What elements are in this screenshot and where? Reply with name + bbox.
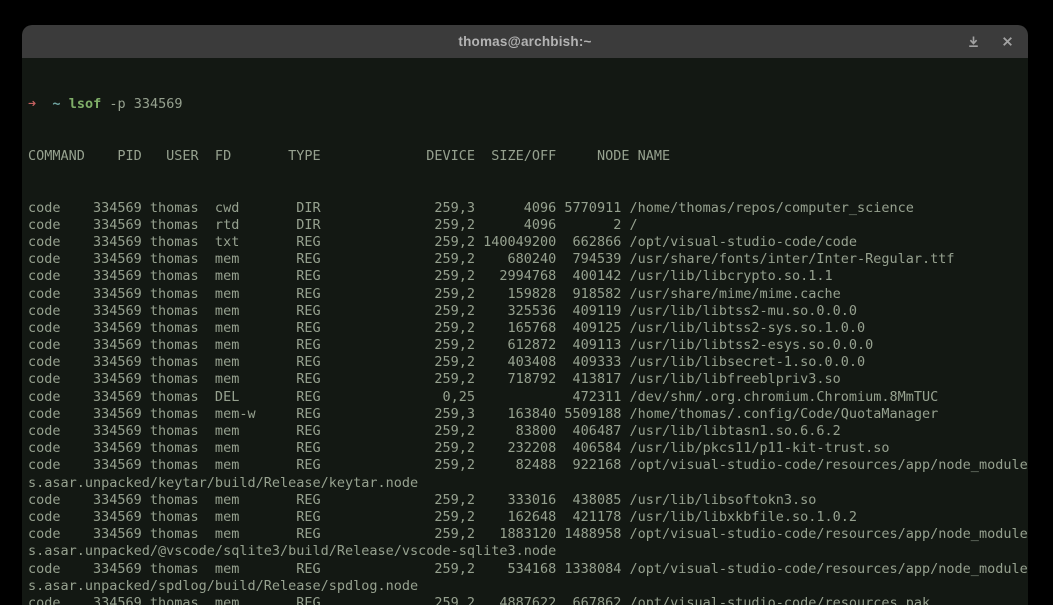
terminal-line: code 334569 thomas mem REG 259,2 82488 9… [28, 457, 1028, 474]
terminal-line: code 334569 thomas mem-w REG 259,3 16384… [28, 406, 1028, 423]
terminal-line-wrap: s.asar.unpacked/spdlog/build/Release/spd… [28, 578, 1028, 595]
terminal-line: code 334569 thomas mem REG 259,2 1883120… [28, 526, 1028, 543]
lsof-header-line: COMMAND PID USER FD TYPE DEVICE SIZE/OFF… [28, 148, 1028, 165]
window-title: thomas@archbish:~ [458, 34, 591, 49]
terminal-line: code 334569 thomas mem REG 259,2 680240 … [28, 251, 1028, 268]
download-arrow-glyph [967, 35, 980, 48]
terminal-line: code 334569 thomas mem REG 259,2 162648 … [28, 509, 1028, 526]
terminal-line-wrap: s.asar.unpacked/keytar/build/Release/key… [28, 475, 1028, 492]
prompt-arrow: ➜ [28, 96, 36, 112]
prompt-cwd: ~ [52, 96, 60, 112]
terminal-window: thomas@archbish:~ ➜ ~ lsof -p 334569 COM… [22, 25, 1028, 605]
prompt-line: ➜ ~ lsof -p 334569 [28, 96, 1028, 113]
terminal-line: code 334569 thomas mem REG 259,2 718792 … [28, 371, 1028, 388]
terminal-line: code 334569 thomas mem REG 259,2 333016 … [28, 492, 1028, 509]
terminal-line: code 334569 thomas mem REG 259,2 159828 … [28, 286, 1028, 303]
titlebar[interactable]: thomas@archbish:~ [22, 25, 1028, 58]
terminal-line-wrap: s.asar.unpacked/@vscode/sqlite3/build/Re… [28, 543, 1028, 560]
lsof-rows: code 334569 thomas cwd DIR 259,3 4096 57… [28, 200, 1028, 605]
terminal-line: code 334569 thomas mem REG 259,2 325536 … [28, 303, 1028, 320]
download-icon[interactable] [960, 25, 986, 58]
terminal-line: code 334569 thomas mem REG 259,2 534168 … [28, 561, 1028, 578]
terminal-line: code 334569 thomas DEL REG 0,25 472311 /… [28, 389, 1028, 406]
terminal-line: code 334569 thomas mem REG 259,2 165768 … [28, 320, 1028, 337]
terminal-line: code 334569 thomas mem REG 259,2 83800 4… [28, 423, 1028, 440]
close-x-glyph [1002, 36, 1013, 47]
terminal-line: code 334569 thomas cwd DIR 259,3 4096 57… [28, 200, 1028, 217]
terminal-line: code 334569 thomas mem REG 259,2 612872 … [28, 337, 1028, 354]
close-icon[interactable] [994, 25, 1020, 58]
terminal-line: code 334569 thomas mem REG 259,2 403408 … [28, 354, 1028, 371]
prompt-args: -p 334569 [101, 96, 182, 112]
terminal-line: code 334569 thomas mem REG 259,2 4887622… [28, 595, 1028, 605]
terminal-output[interactable]: ➜ ~ lsof -p 334569 COMMAND PID USER FD T… [22, 58, 1028, 605]
terminal-line: code 334569 thomas mem REG 259,2 2994768… [28, 268, 1028, 285]
terminal-line: code 334569 thomas mem REG 259,2 232208 … [28, 440, 1028, 457]
prompt-command: lsof [69, 96, 102, 112]
terminal-line: code 334569 thomas rtd DIR 259,2 4096 2 … [28, 217, 1028, 234]
prompt-gap2 [61, 96, 69, 112]
prompt-gap [36, 96, 52, 112]
terminal-line: code 334569 thomas txt REG 259,2 1400492… [28, 234, 1028, 251]
